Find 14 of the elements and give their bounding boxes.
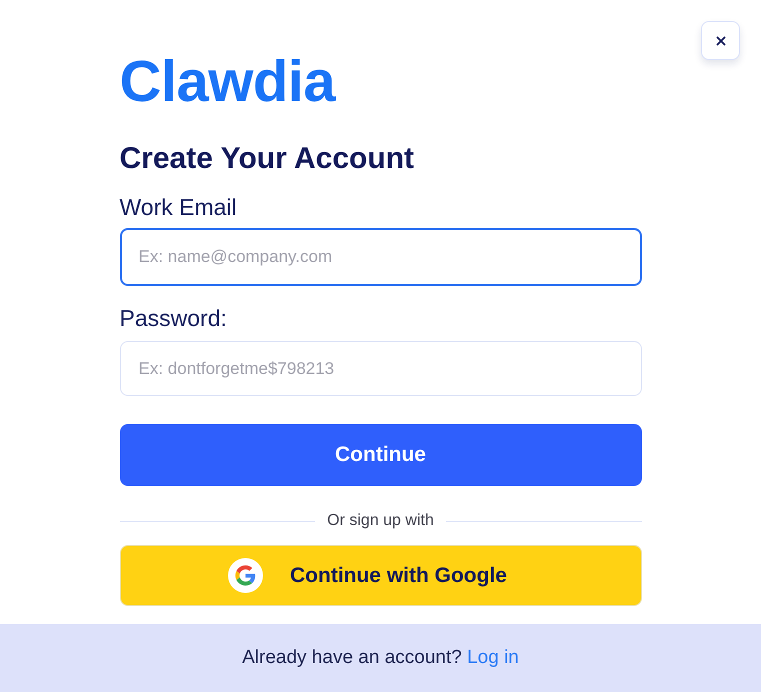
close-button[interactable] — [701, 21, 740, 60]
email-field[interactable]: Ex: name@company.com — [120, 228, 642, 286]
continue-button[interactable]: Continue — [120, 424, 642, 486]
login-prompt: Already have an account? Log in — [242, 646, 519, 670]
close-icon — [714, 34, 728, 48]
field-label: Password: — [120, 304, 227, 332]
google-signup-button[interactable]: Continue with Google — [120, 545, 642, 606]
divider-label: Or sign up with — [327, 511, 434, 531]
logo: Clawdia — [120, 50, 336, 114]
password-field[interactable]: Ex: dontforgetme$798213 — [120, 341, 642, 396]
field-label: Work Email — [120, 193, 237, 221]
page-heading: Create Your Account — [120, 141, 414, 177]
login-link[interactable]: Log in — [467, 647, 519, 668]
google-logo-icon — [228, 558, 263, 593]
